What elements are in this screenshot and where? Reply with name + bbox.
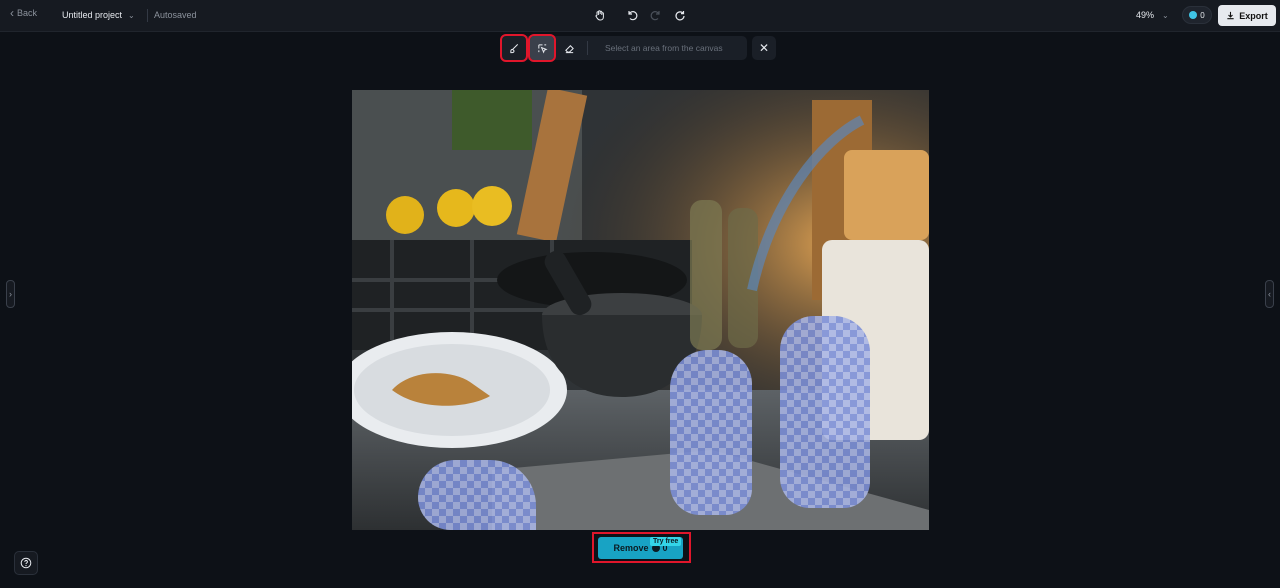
chevron-left-icon: ‹ bbox=[10, 5, 14, 20]
zoom-level: 49% bbox=[1136, 10, 1155, 20]
redo-icon[interactable] bbox=[649, 8, 663, 22]
chevron-down-icon: ⌄ bbox=[128, 10, 135, 20]
smart-select-tool-button[interactable] bbox=[528, 34, 556, 62]
toolbar-divider bbox=[587, 41, 588, 55]
hand-pan-icon[interactable] bbox=[593, 8, 607, 22]
remove-button-highlight: Remove 0 Try free bbox=[592, 532, 691, 563]
divider bbox=[147, 9, 148, 22]
top-bar: ‹ Back Untitled project ⌄ Autosaved 49% … bbox=[0, 0, 1280, 32]
project-title-dropdown[interactable]: Untitled project ⌄ bbox=[62, 10, 135, 20]
export-label: Export bbox=[1239, 10, 1268, 21]
download-icon bbox=[1227, 11, 1234, 20]
undo-icon[interactable] bbox=[625, 8, 639, 22]
canvas-image[interactable] bbox=[352, 90, 929, 530]
credit-coin-icon bbox=[1189, 11, 1198, 19]
mask-region[interactable] bbox=[418, 460, 536, 530]
try-free-badge: Try free bbox=[650, 537, 682, 546]
back-label: Back bbox=[17, 8, 38, 18]
refresh-icon[interactable] bbox=[673, 8, 687, 22]
eraser-tool-button[interactable] bbox=[557, 36, 581, 60]
chevron-left-icon: ‹ bbox=[1268, 289, 1271, 299]
zoom-dropdown[interactable]: 49% ⌄ bbox=[1136, 10, 1169, 20]
help-button[interactable] bbox=[14, 551, 38, 575]
eraser-icon bbox=[564, 44, 574, 53]
chevron-down-icon: ⌄ bbox=[1162, 10, 1169, 20]
back-button[interactable]: ‹ Back bbox=[10, 5, 38, 20]
credits-count: 0 bbox=[1200, 10, 1205, 20]
project-title: Untitled project bbox=[62, 10, 123, 20]
mask-region[interactable] bbox=[670, 350, 752, 515]
credits-badge[interactable]: 0 bbox=[1182, 6, 1212, 24]
remove-label: Remove bbox=[613, 543, 649, 553]
brush-tool-button[interactable] bbox=[500, 34, 528, 62]
selection-hint: Select an area from the canvas bbox=[605, 43, 723, 53]
left-panel-toggle[interactable]: › bbox=[6, 280, 15, 308]
mask-region[interactable] bbox=[780, 316, 870, 508]
brush-icon bbox=[509, 43, 518, 53]
right-panel-toggle[interactable]: ‹ bbox=[1265, 280, 1274, 308]
help-icon bbox=[20, 557, 32, 569]
export-button[interactable]: Export bbox=[1218, 5, 1276, 26]
cursor-select-icon bbox=[537, 43, 548, 54]
close-icon: ✕ bbox=[758, 41, 770, 55]
close-selection-button[interactable]: ✕ bbox=[752, 36, 776, 60]
chevron-right-icon: › bbox=[9, 289, 12, 299]
save-status: Autosaved bbox=[154, 10, 197, 20]
